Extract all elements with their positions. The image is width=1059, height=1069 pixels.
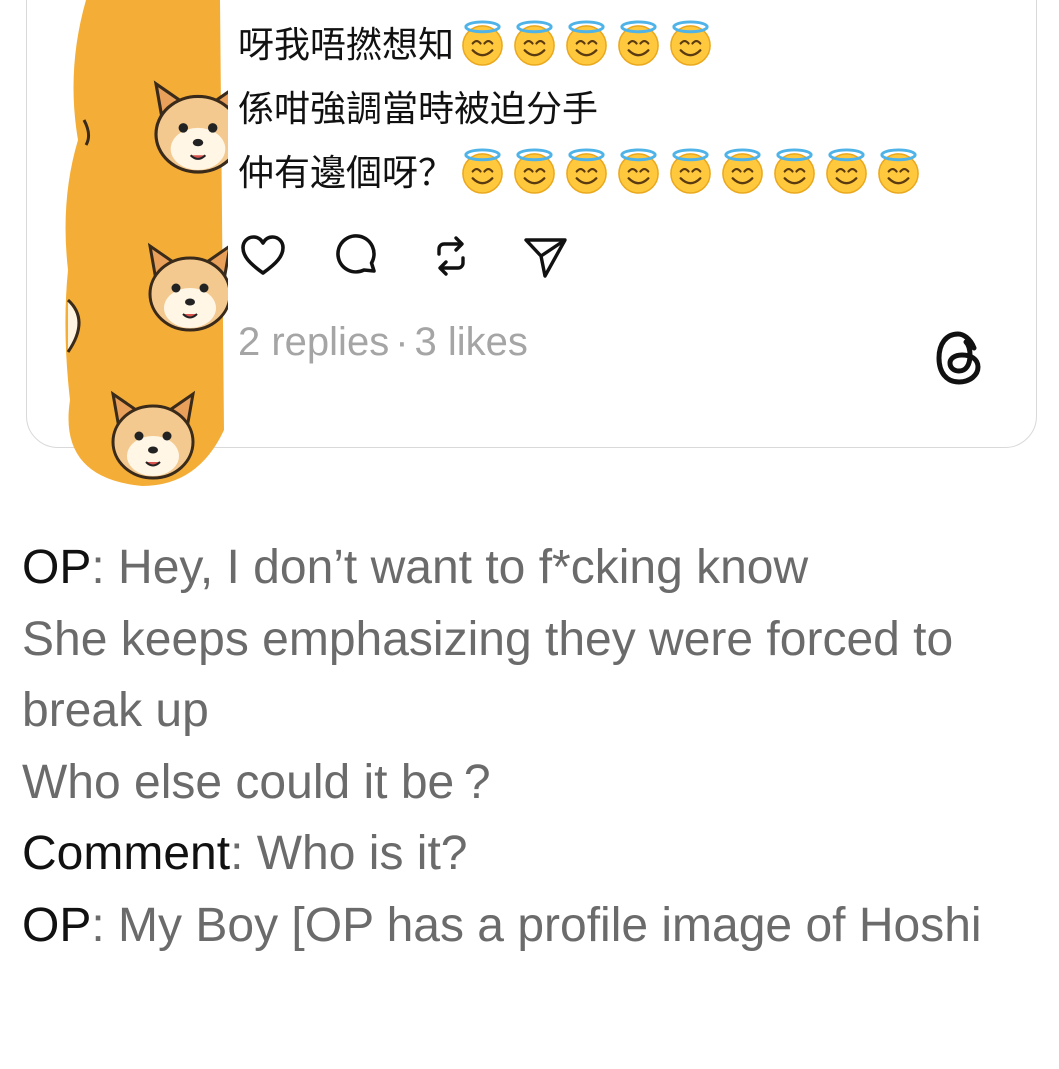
likes-count[interactable]: 3 likes [415, 320, 528, 364]
replies-count[interactable]: 2 replies [238, 320, 389, 364]
caption-line: She keeps emphasizing they were forced t… [22, 612, 954, 738]
shiba-pattern-sticker [65, 0, 228, 486]
smiling-face-with-halo-emoji [566, 19, 607, 66]
speaker-label: OP [22, 541, 92, 594]
speaker-sep: : [230, 827, 244, 880]
threads-logo-icon [936, 331, 981, 385]
smiling-face-with-halo-emoji [722, 147, 763, 194]
caption-text: My Boy [OP has a profile image of Hoshi [104, 898, 982, 952]
speaker-label: OP [22, 898, 92, 952]
post-stats: 2 replies · 3 likes [238, 320, 528, 365]
share-send-icon[interactable] [520, 231, 570, 281]
smiling-face-with-halo-emoji [514, 19, 555, 66]
comment-bubble-icon[interactable] [332, 231, 382, 281]
smiling-face-with-halo-emoji [566, 147, 607, 194]
post-line: 係咁強調當時被迫分手 [238, 74, 998, 138]
post-actions-bar [238, 228, 614, 284]
smiling-face-with-halo-emoji [462, 19, 503, 66]
smiling-face-with-halo-emoji [670, 147, 711, 194]
smiling-face-with-halo-emoji [670, 19, 711, 66]
smiling-face-with-halo-emoji [514, 147, 555, 194]
post-line: 呀我唔撚想知 [238, 10, 998, 74]
stats-separator: · [395, 320, 409, 364]
caption-text: Hey, I don’t want to f*cking know [104, 541, 809, 594]
post-line: 仲有邊個呀？ [238, 138, 998, 202]
post-line-text: 係咁強調當時被迫分手 [238, 89, 599, 130]
like-heart-icon[interactable] [238, 231, 288, 281]
smiling-face-with-halo-emoji [462, 147, 503, 194]
caption-text: Who is it? [243, 827, 468, 880]
emoji-group [458, 146, 926, 195]
speaker-sep: : [91, 898, 105, 952]
repost-icon[interactable] [426, 231, 476, 281]
smiling-face-with-halo-emoji [618, 147, 659, 194]
post-line-text: 仲有邊個呀？ [238, 153, 455, 194]
smiling-face-with-halo-emoji [774, 147, 815, 194]
caption-line: OP: Hey, I don’t want to f*cking know [22, 532, 1052, 604]
speaker-label: Comment [22, 827, 231, 880]
post-line-text: 呀我唔撚想知 [238, 25, 455, 66]
translation-caption: OP: Hey, I don’t want to f*cking know Sh… [22, 532, 1052, 961]
emoji-group [458, 18, 718, 67]
smiling-face-with-halo-emoji [878, 147, 919, 194]
caption-line: Who else could it be ? [22, 755, 491, 809]
post-body: 呀我唔撚想知 係咁強調當時被迫分手 仲有邊個呀？ [238, 10, 998, 202]
smiling-face-with-halo-emoji [826, 147, 867, 194]
smiling-face-with-halo-emoji [618, 19, 659, 66]
caption-line: Comment: Who is it? [22, 818, 1052, 890]
caption-line: OP: My Boy [OP has a profile image of Ho… [22, 890, 1052, 962]
speaker-sep: : [91, 541, 105, 594]
